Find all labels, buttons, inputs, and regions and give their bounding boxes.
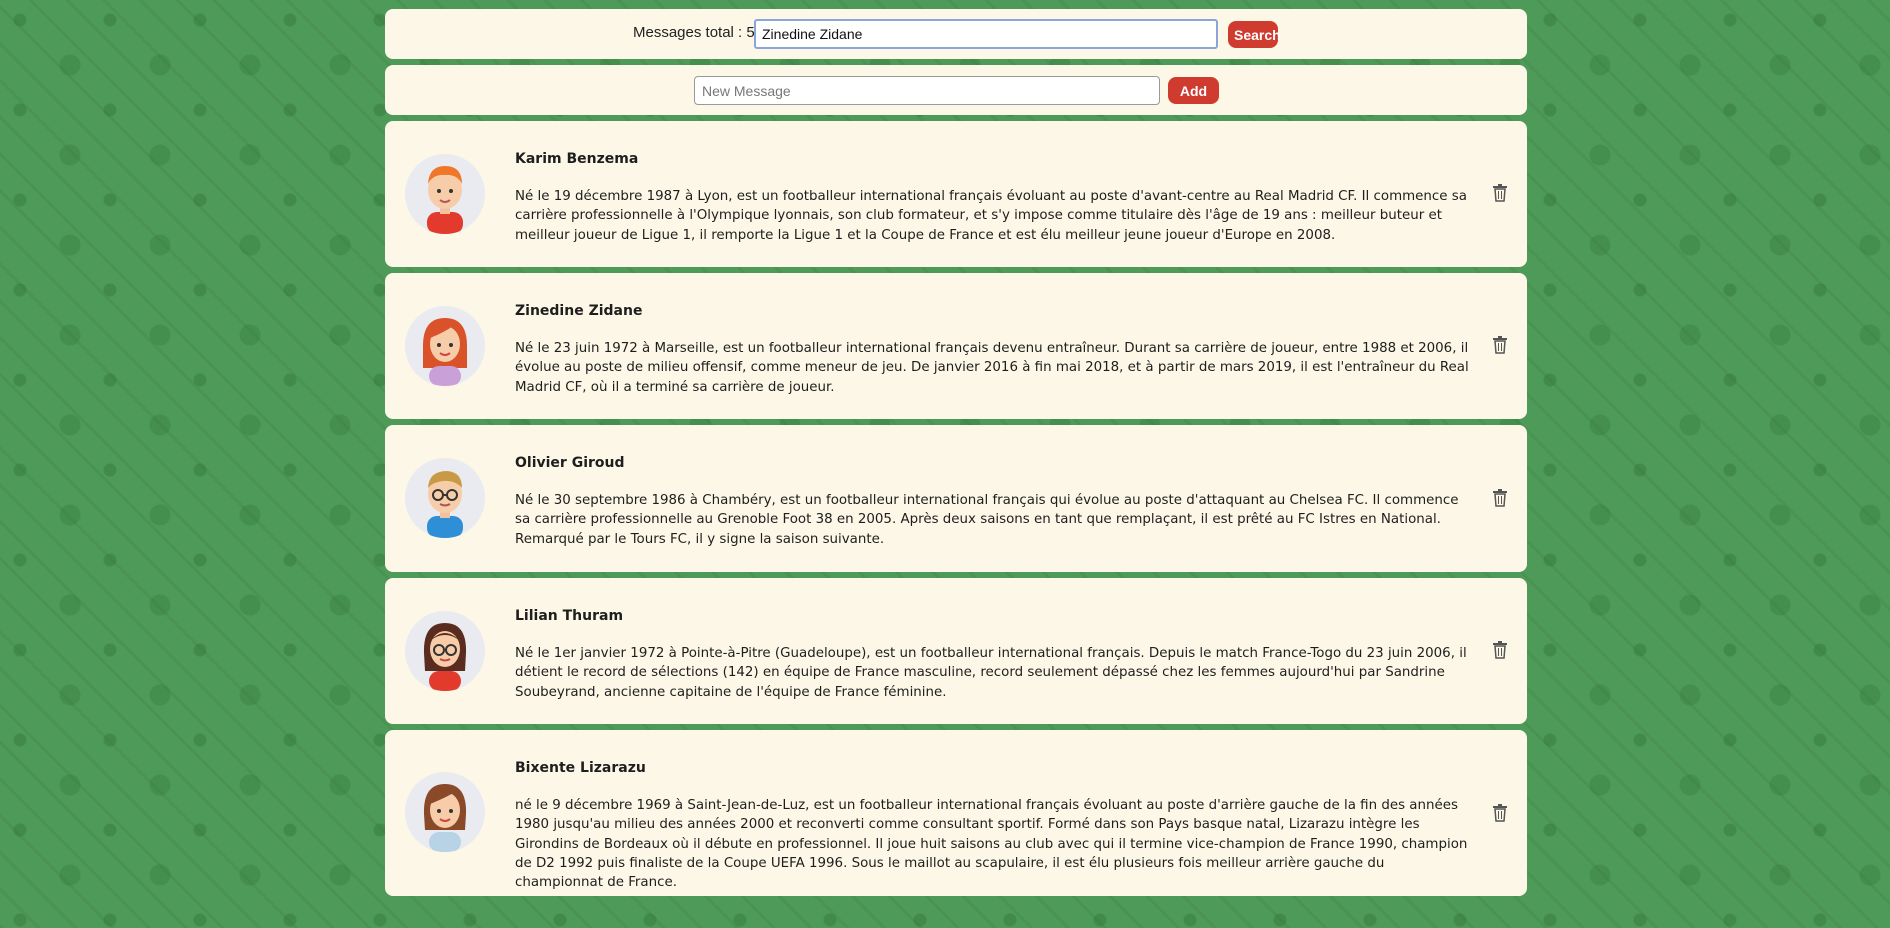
message-card: Zinedine Zidane Né le 23 juin 1972 à Mar… xyxy=(385,273,1527,419)
avatar-red-hair-woman-icon xyxy=(423,318,467,386)
add-button[interactable]: Add xyxy=(1168,77,1219,104)
message-text: Né le 23 juin 1972 à Marseille, est un f… xyxy=(515,341,1469,395)
message-author: Olivier Giroud xyxy=(515,455,625,471)
avatar xyxy=(405,154,485,234)
message-card: Karim Benzema Né le 19 décembre 1987 à L… xyxy=(385,121,1527,267)
avatar xyxy=(405,458,485,538)
search-bar: Messages total : 5 Search xyxy=(385,9,1527,59)
trash-icon[interactable] xyxy=(1492,641,1508,659)
message-text: Né le 1er janvier 1972 à Pointe-à-Pitre … xyxy=(515,646,1467,700)
message-author: Bixente Lizarazu xyxy=(515,760,646,776)
message-author: Lilian Thuram xyxy=(515,608,624,624)
search-button[interactable]: Search xyxy=(1228,21,1281,48)
message-text: Né le 19 décembre 1987 à Lyon, est un fo… xyxy=(515,189,1467,243)
avatar xyxy=(405,306,485,386)
new-message-bar: Add xyxy=(385,65,1527,115)
trash-icon[interactable] xyxy=(1492,489,1508,507)
message-card: Bixente Lizarazu né le 9 décembre 1969 à… xyxy=(385,730,1527,896)
message-text: Né le 30 septembre 1986 à Chambéry, est … xyxy=(515,493,1459,547)
trash-icon[interactable] xyxy=(1492,336,1508,354)
avatar-glasses-woman-icon xyxy=(423,623,467,691)
search-input[interactable] xyxy=(754,19,1218,49)
avatar-red-hair-man-icon xyxy=(427,166,463,234)
avatar-glasses-man-icon xyxy=(427,471,463,538)
messages-total-label: Messages total : 5 xyxy=(633,24,755,41)
trash-icon[interactable] xyxy=(1492,804,1508,822)
avatar-brown-hair-woman-icon xyxy=(423,784,467,852)
message-author: Karim Benzema xyxy=(515,151,639,167)
message-author: Zinedine Zidane xyxy=(515,303,643,319)
message-card: Lilian Thuram Né le 1er janvier 1972 à P… xyxy=(385,578,1527,724)
new-message-input[interactable] xyxy=(694,76,1160,105)
message-text: né le 9 décembre 1969 à Saint-Jean-de-Lu… xyxy=(515,798,1468,891)
message-card: Olivier Giroud Né le 30 septembre 1986 à… xyxy=(385,425,1527,572)
avatar xyxy=(405,611,485,691)
trash-icon[interactable] xyxy=(1492,184,1508,202)
avatar xyxy=(405,772,485,852)
